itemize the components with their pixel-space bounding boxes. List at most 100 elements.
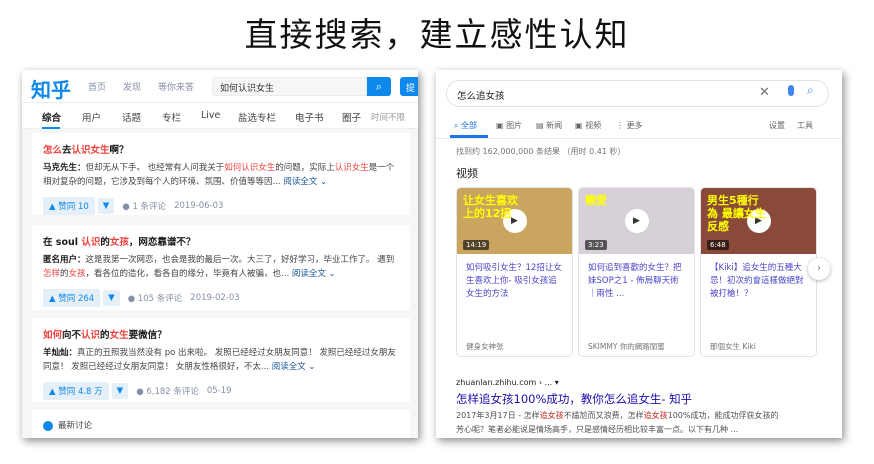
videos-heading: 视频 [456,167,478,180]
search-button[interactable]: ⌕ [367,77,391,96]
highlighted-keyword: 追女孩 [539,411,564,420]
highlighted-keyword: 认识 [81,237,101,248]
excerpt: 匿名用户：这是我第一次网恋，也会是我的最后一次。大三了，好好学习，毕业工作了。 … [43,253,399,281]
video-channel: 那個女生 Kiki [710,342,756,351]
text-segment: 2017年3月17日 - 怎样 [456,411,540,420]
highlighted-keyword: 认识 [81,330,101,341]
upvote-button[interactable]: ▲ 赞同 264 [43,289,101,307]
search-icon: ⌕ [375,80,383,93]
tab-label: 图片 [506,121,523,130]
tab-label: 视频 [585,121,602,130]
result-card: 怎么去认识女生啊？ 马克先生：但却无从下手。 也经常有人问我关于如何认识女生的问… [32,133,410,215]
thumbnail-text: 让女生喜欢上的12招 [463,194,518,220]
author[interactable]: 匿名用户： [43,255,86,265]
highlighted-keyword: 怎样 [43,269,61,279]
video-channel: 健身女神张 [466,342,504,351]
play-icon[interactable]: ▶ [624,209,649,233]
mic-icon[interactable] [788,85,794,96]
question-title[interactable]: 怎么去认识女生啊？ [43,142,399,156]
slide-title: 直接搜索，建立感性认知 [244,15,630,54]
tab-salt[interactable]: 盐选专栏 [238,110,276,124]
video-channel: SKIMMY 你的網路閨蜜 [588,342,665,351]
video-card[interactable]: 让女生喜欢上的12招 ▶ 14:19 如何吸引女生？12招让女生喜欢上你- 吸引… [456,187,573,357]
text-segment: 向不 [62,330,82,341]
tab-more[interactable]: ⋮ 更多 [616,120,643,131]
text-segment: ，看各位的造化，看各自的缘分，毕竟有人被骗，也... [85,269,292,279]
video-card[interactable]: 男生5種行為 最讓女生反感 ▶ 6:48 【Kiki】追女生的五種大忌！初次約會… [700,187,817,357]
tab-all[interactable]: ⌕ 全部 [454,120,477,131]
nav-discover[interactable]: 发现 [123,80,141,93]
video-thumbnail[interactable]: 男生5種行為 最讓女生反感 ▶ 6:48 [701,188,816,254]
highlighted-keyword: 女生 [109,330,129,341]
latest-discussion-label: 最新讨论 [58,421,93,431]
result-url[interactable]: zhuanlan.zhihu.com › ... ▾ [456,378,559,387]
comments-link[interactable]: ● 105 条评论 [128,292,183,304]
excerpt: 羊灿灿：真正的丑照我当然没有 po 出来啦。 发照已经经过女朋友同意！ 发照已经… [43,346,399,374]
tab-label: 更多 [626,121,643,130]
text-segment: 要微信？ [128,330,167,341]
upvote-button[interactable]: ▲ 赞同 4.8 万 [43,382,109,400]
highlighted-keyword: 认识女生 [334,163,369,173]
comments-link[interactable]: ● 6,182 条评论 [136,385,199,397]
text-segment: ，网恋靠谱不？ [128,237,196,248]
active-tab-underline [42,127,60,129]
thumbnail-text: 男生5種行為 最讓女生反感 [707,194,766,233]
downvote-button[interactable]: ▼ [103,290,120,306]
ask-button[interactable]: 提 [400,77,418,96]
video-thumbnail[interactable]: 让女生喜欢上的12招 ▶ 14:19 [457,188,572,254]
result-title-link[interactable]: 怎样追女孩100%成功，教你怎么追女生- 知乎 [456,391,692,407]
zhihu-logo[interactable]: 知乎 [31,74,71,103]
tab-videos[interactable]: ▣ 视频 [575,120,601,131]
tab-columns[interactable]: 专栏 [162,110,181,124]
text-segment: 不尴尬而又浪费，怎样 [563,411,644,420]
settings-link[interactable]: 设置 [769,120,785,131]
read-more-link[interactable]: 阅读全文 ⌄ [272,362,316,372]
excerpt: 马克先生：但却无从下手。 也经常有人问我关于如何认识女生的问题，实际上认识女生是… [43,161,399,189]
tab-all[interactable]: 综合 [42,110,61,124]
highlighted-keyword: 认识女生 [71,145,110,156]
tab-images[interactable]: ▣ 图片 [496,120,522,131]
google-screenshot: 怎么追女孩 ✕ ⌕ ⌕ 全部 ▣ 图片 ▤ 新闻 ▣ 视频 ⋮ 更多 设置 工具… [436,70,842,438]
video-title-link[interactable]: 如何吸引女生？12招让女生喜欢上你- 吸引女孩追女生的方法 [457,254,572,321]
highlighted-keyword: 怎么 [43,145,63,156]
tab-news[interactable]: ▤ 新闻 [536,120,562,131]
tools-link[interactable]: 工具 [797,120,813,131]
author[interactable]: 羊灿灿： [43,348,77,358]
text-segment: 但却无从下手。 也经常有人问我关于 [85,163,225,173]
author[interactable]: 马克先生： [43,163,86,173]
post-date: 2019-06-03 [174,201,224,211]
read-more-link[interactable]: 阅读全文 ⌄ [283,177,327,187]
nav-home[interactable]: 首页 [88,80,106,93]
tab-label: 全部 [461,121,478,130]
result-tabs: 综合 用户 话题 专栏 Live 盐选专栏 电子书 圈子 时间不限 [22,103,418,129]
downvote-button[interactable]: ▼ [111,383,129,399]
highlighted-keyword: 如何认识女生 [224,163,276,173]
comments-link[interactable]: ● 1 条评论 [122,200,166,212]
next-arrow-button[interactable]: › [808,258,830,280]
video-title-link[interactable]: 如何追到喜歡的女生？把妹SOP之1 - 佈局聊天術｜兩性 ... [579,254,694,321]
text-segment: 的问题，实际上 [275,163,335,173]
latest-discussion[interactable]: 最新讨论 [32,410,410,438]
search-input[interactable]: 如何认识女生 [212,77,367,96]
read-more-link[interactable]: 阅读全文 ⌄ [292,269,336,279]
video-title-link[interactable]: 【Kiki】追女生的五種大忌！初次約會這樣做絕對被打槍！？ [701,254,816,321]
question-title[interactable]: 如何向不认识的女生要微信？ [43,327,399,341]
thumbnail-text: 戀愛 [585,194,607,207]
downvote-button[interactable]: ▼ [97,198,115,214]
tab-circles[interactable]: 圈子 [342,110,361,124]
clear-icon[interactable]: ✕ [759,85,770,100]
nav-answer[interactable]: 等你来答 [158,80,194,93]
question-title[interactable]: 在 soul 认识的女孩，网恋靠谱不？ [43,234,399,248]
search-input[interactable]: 怎么追女孩 [446,80,829,107]
search-icon[interactable]: ⌕ [807,83,814,98]
video-thumbnail[interactable]: 戀愛 ▶ 3:23 [579,188,694,254]
excerpt-text: 真正的丑照我当然没有 po 出来啦。 发照已经经过女朋友同意！ 发照已经经过女朋… [43,348,396,372]
tab-topics[interactable]: 话题 [122,110,141,124]
tab-live[interactable]: Live [201,110,220,121]
tab-users[interactable]: 用户 [82,110,101,124]
tab-ebooks[interactable]: 电子书 [295,110,324,124]
time-filter[interactable]: 时间不限 [371,111,405,123]
upvote-button[interactable]: ▲ 赞同 10 [43,197,95,215]
comments-count: 1 条评论 [132,202,167,212]
video-card[interactable]: 戀愛 ▶ 3:23 如何追到喜歡的女生？把妹SOP之1 - 佈局聊天術｜兩性 .… [578,187,695,357]
